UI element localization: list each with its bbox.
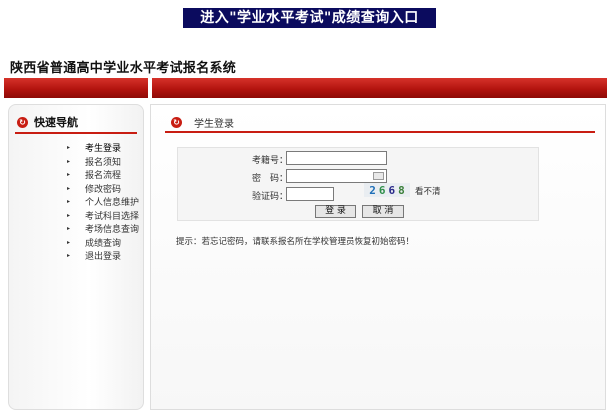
triangle-bullet-icon: ▸ [67, 184, 71, 192]
login-panel: ↻ 学生登录 考籍号： 密 码： 验证码： 2 6 6 8 看不清 登 录 取 … [150, 104, 606, 410]
sidebar-item-exam-venue-query[interactable]: ▸ 考场信息查询 [67, 222, 139, 236]
sidebar-item-score-query[interactable]: ▸ 成绩查询 [67, 236, 139, 250]
sidebar-item-label: 考生登录 [85, 144, 122, 155]
triangle-bullet-icon: ▸ [67, 198, 71, 206]
sidebar-item-change-password[interactable]: ▸ 修改密码 [67, 182, 139, 196]
login-title: 学生登录 [194, 119, 234, 130]
triangle-bullet-icon: ▸ [67, 144, 71, 152]
login-header: ↻ 学生登录 [171, 115, 234, 130]
triangle-bullet-icon: ▸ [67, 157, 71, 165]
sidebar-item-label: 个人信息维护 [85, 198, 140, 209]
password-hint: 提示：若忘记密码，请联系报名所在学校管理员恢复初始密码！ [176, 237, 415, 247]
sidebar-item-label: 考场信息查询 [85, 225, 140, 236]
page: 进入"学业水平考试"成绩查询入口 陕西省普通高中学业水平考试报名系统 ↻ 快速导… [0, 0, 612, 418]
triangle-bullet-icon: ▸ [67, 252, 71, 260]
captcha-image[interactable]: 2 6 6 8 [364, 183, 410, 197]
sidebar-item-label: 报名流程 [85, 171, 122, 182]
password-label: 密 码： [252, 174, 289, 184]
login-form: 考籍号： 密 码： 验证码： 2 6 6 8 看不清 登 录 取 消 [177, 147, 539, 221]
site-title: 陕西省普通高中学业水平考试报名系统 [10, 61, 237, 76]
captcha-input[interactable] [286, 187, 334, 201]
sidebar-item-label: 修改密码 [85, 184, 122, 195]
triangle-bullet-icon: ▸ [67, 238, 71, 246]
sidebar-item-label: 考试科目选择 [85, 211, 140, 222]
captcha-digit: 6 [388, 183, 396, 197]
sidebar-title: 快速导航 [34, 116, 78, 129]
captcha-refresh-link[interactable]: 看不清 [415, 185, 441, 197]
header-bar-left [4, 78, 148, 98]
sidebar-item-personal-info[interactable]: ▸ 个人信息维护 [67, 195, 139, 209]
sidebar: ↻ 快速导航 ▸ 考生登录 ▸ 报名须知 ▸ 报名流程 ▸ 修改密码 ▸ 个人信息维护 ▸… [8, 104, 144, 410]
keyboard-icon[interactable] [373, 172, 384, 180]
cancel-button[interactable]: 取 消 [362, 205, 404, 218]
captcha-digit: 6 [378, 183, 386, 197]
sidebar-item-label: 退出登录 [85, 252, 122, 263]
triangle-bullet-icon: ▸ [67, 171, 71, 179]
triangle-bullet-icon: ▸ [67, 211, 71, 219]
exam-number-input[interactable] [286, 151, 387, 165]
sidebar-item-label: 报名须知 [85, 157, 122, 168]
exam-number-label: 考籍号： [252, 156, 289, 166]
circle-arrow-icon: ↻ [17, 116, 28, 128]
sidebar-header: ↻ 快速导航 [17, 114, 78, 130]
triangle-bullet-icon: ▸ [67, 225, 71, 233]
sidebar-nav: ▸ 考生登录 ▸ 报名须知 ▸ 报名流程 ▸ 修改密码 ▸ 个人信息维护 ▸ 考试科目选择 … [67, 141, 139, 263]
sidebar-item-registration-notice[interactable]: ▸ 报名须知 [67, 155, 139, 169]
captcha-digit: 2 [369, 183, 376, 197]
sidebar-item-student-login[interactable]: ▸ 考生登录 [67, 141, 139, 155]
sidebar-item-registration-process[interactable]: ▸ 报名流程 [67, 168, 139, 182]
captcha-digit: 8 [398, 183, 405, 197]
header-bar-right [152, 78, 607, 98]
sidebar-item-logout[interactable]: ▸ 退出登录 [67, 249, 139, 263]
score-query-banner-link[interactable]: 进入"学业水平考试"成绩查询入口 [183, 8, 436, 28]
captcha-label: 验证码： [252, 192, 289, 202]
login-button[interactable]: 登 录 [315, 205, 356, 218]
sidebar-divider [15, 132, 137, 134]
login-divider [165, 131, 595, 133]
password-input[interactable] [286, 169, 387, 183]
sidebar-item-subject-selection[interactable]: ▸ 考试科目选择 [67, 209, 139, 223]
sidebar-item-label: 成绩查询 [85, 238, 122, 249]
circle-arrow-icon: ↻ [171, 117, 182, 128]
